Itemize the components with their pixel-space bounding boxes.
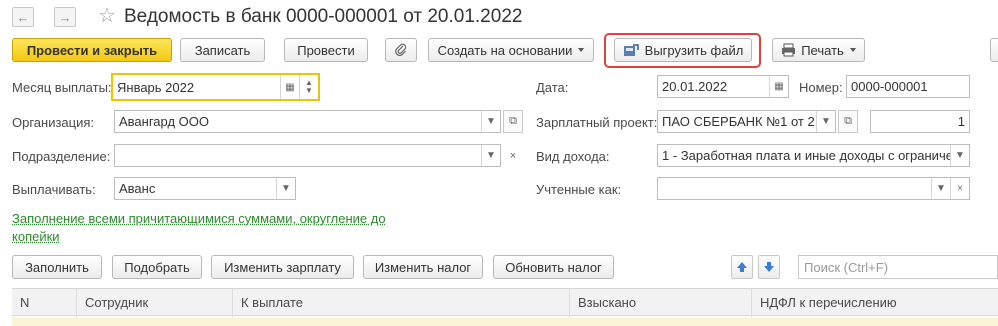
payment-month-value: Январь 2022 [117,79,195,95]
save-button[interactable]: Записать [180,38,265,62]
pick-button[interactable]: Подобрать [112,255,202,279]
salary-project-field[interactable]: ПАО СБЕРБАНК №1 от 2 ▼ [657,110,836,133]
dropdown-icon[interactable]: ▼ [931,178,950,199]
organization-value: Авангард ООО [119,114,209,129]
paperclip-icon [395,43,407,56]
date-label: Дата: [536,80,569,95]
update-tax-button[interactable]: Обновить налог [493,255,614,279]
export-file-button[interactable]: Выгрузить файл [614,38,752,62]
create-based-on-label: Создать на основании [437,42,573,58]
pay-field[interactable]: Аванс ▼ [114,177,296,200]
salary-project-count: 1 [957,114,965,129]
income-type-label: Вид дохода: [536,149,610,164]
counted-as-field[interactable]: ▼ × [657,177,970,200]
close-icon[interactable]: × [950,178,969,199]
dropdown-icon[interactable]: ▼ [816,111,835,132]
close-icon: × [509,149,517,162]
column-header-employee[interactable]: Сотрудник [76,289,232,317]
arrow-down-icon [764,262,774,272]
fill-mode-link-line1[interactable]: Заполнение всеми причитающимися суммами,… [12,210,386,228]
date-value: 20.01.2022 [662,79,728,94]
calendar-icon[interactable]: ▦ [280,75,299,99]
pay-value: Аванс [119,181,156,196]
organization-label: Организация: [12,115,95,130]
open-icon: ⧉ [509,115,517,127]
page-title: Ведомость в банк 0000-000001 от 20.01.20… [124,6,523,27]
arrow-left-icon: ← [16,9,30,25]
column-header-to-pay[interactable]: К выплате [232,289,569,317]
payment-month-field[interactable]: Январь 2022 ▦ ▲ ▼ [111,73,320,101]
salary-project-label: Зарплатный проект: [536,115,658,130]
arrow-right-icon: → [58,9,72,25]
department-label: Подразделение: [12,149,111,164]
attach-button[interactable] [385,38,417,62]
income-type-value: 1 - Заработная плата и иные доходы с огр… [662,148,950,163]
date-field[interactable]: 20.01.2022 ▦ [657,75,789,98]
spin-icon[interactable]: ▲ ▼ [299,75,318,99]
back-button[interactable]: ← [12,7,34,27]
dropdown-icon[interactable]: ▼ [950,145,969,166]
chevron-down-icon [849,48,856,52]
fill-button[interactable]: Заполнить [12,255,102,279]
counted-as-label: Учтенные как: [536,182,622,197]
arrow-up-icon [737,262,747,272]
post-button[interactable]: Провести [284,38,368,62]
table-header: N Сотрудник К выплате Взыскано НДФЛ к пе… [12,288,998,317]
payment-month-label: Месяц выплаты: [12,80,112,95]
clear-department-button[interactable]: × [503,144,523,167]
salary-project-count-field[interactable]: 1 [870,110,970,133]
dropdown-icon[interactable]: ▼ [276,178,295,199]
dropdown-icon[interactable]: ▼ [481,111,500,132]
dropdown-icon[interactable]: ▼ [481,145,500,166]
favorite-star-icon[interactable]: ☆ [98,6,116,26]
open-organization-button[interactable]: ⧉ [503,110,523,133]
salary-project-value: ПАО СБЕРБАНК №1 от 2 [662,114,815,129]
more-actions-button[interactable] [990,38,998,62]
print-button[interactable]: Печать [772,38,865,62]
post-and-close-button[interactable]: Провести и закрыть [12,38,172,62]
print-label: Печать [801,42,844,58]
organization-field[interactable]: Авангард ООО ▼ [114,110,501,133]
change-salary-button[interactable]: Изменить зарплату [211,255,354,279]
number-label: Номер: [799,80,843,95]
printer-icon [782,43,796,57]
open-salary-project-button[interactable]: ⧉ [838,110,858,133]
pay-label: Выплачивать: [12,182,96,197]
number-field[interactable]: 0000-000001 [846,75,970,98]
column-header-collected[interactable]: Взыскано [569,289,751,317]
column-header-ndfl[interactable]: НДФЛ к перечислению [751,289,998,317]
move-up-button[interactable] [731,255,753,279]
income-type-field[interactable]: 1 - Заработная плата и иные доходы с огр… [657,144,970,167]
export-icon [623,44,639,56]
table-row[interactable] [12,317,998,326]
export-file-label: Выгрузить файл [644,42,744,58]
department-field[interactable]: ▼ [114,144,501,167]
calendar-icon[interactable]: ▦ [769,76,788,97]
number-value: 0000-000001 [851,79,928,94]
forward-button[interactable]: → [54,7,76,27]
fill-mode-link-line2[interactable]: копейки [12,228,60,246]
search-input[interactable]: Поиск (Ctrl+F) [798,255,998,279]
create-based-on-button[interactable]: Создать на основании [428,38,594,62]
column-header-n[interactable]: N [12,289,76,317]
move-down-button[interactable] [758,255,780,279]
change-tax-button[interactable]: Изменить налог [363,255,483,279]
open-icon: ⧉ [844,115,852,127]
chevron-down-icon [578,48,585,52]
